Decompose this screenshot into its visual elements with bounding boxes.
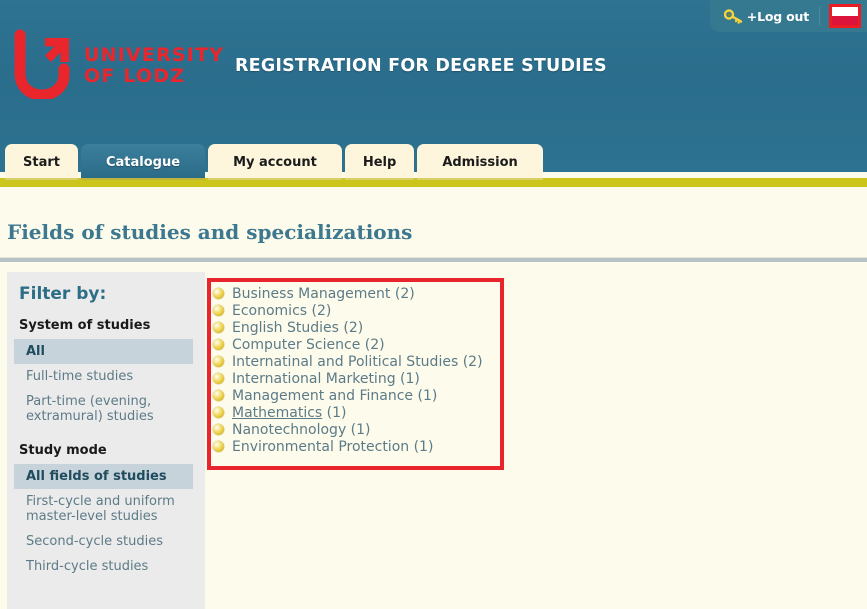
filter-option-second-cycle-studies[interactable]: Second-cycle studies — [14, 529, 193, 554]
field-of-study-count: (1) — [322, 404, 347, 421]
filter-option-full-time-studies[interactable]: Full-time studies — [14, 364, 193, 389]
field-of-study-count: (2) — [458, 353, 483, 370]
field-of-study-count: (1) — [409, 438, 434, 455]
bullet-icon — [213, 407, 224, 418]
filter-list-0: All Full-time studies Part-time (evening, … — [7, 339, 205, 429]
field-of-study-count: (2) — [390, 285, 415, 302]
login-bar-divider — [819, 7, 820, 25]
site-header: +Log out UNIVERSITY OF LODZ REGISTRATION… — [0, 0, 867, 180]
bullet-icon — [213, 305, 224, 316]
tab-help[interactable]: Help — [344, 144, 415, 180]
tab-admission[interactable]: Admission — [417, 144, 543, 180]
filter-sidebar-heading: Filter by: — [19, 284, 107, 304]
app-title: REGISTRATION FOR DEGREE STUDIES — [235, 56, 607, 76]
logout-link[interactable]: +Log out — [747, 9, 819, 24]
field-of-study-count: (1) — [413, 387, 438, 404]
main-tab-bar: Start Catalogue My account Help Admission — [5, 144, 546, 180]
field-of-study-count: (2) — [338, 319, 364, 336]
field-of-study-item: Nanotechnology (1) — [213, 421, 553, 438]
bullet-icon — [213, 288, 224, 299]
brand-line-1: UNIVERSITY — [84, 44, 225, 66]
flag-stripe-red — [832, 16, 858, 25]
filter-option-third-cycle-studies[interactable]: Third-cycle studies — [14, 554, 193, 579]
field-of-study-item: International Marketing (1) — [213, 370, 553, 387]
bullet-icon — [213, 441, 224, 452]
field-of-study-item: Computer Science (2) — [213, 336, 553, 353]
field-of-study-count: (1) — [395, 370, 420, 387]
field-of-study-link[interactable]: English Studies — [232, 320, 339, 336]
filter-list-1: All fields of studies First-cycle and uni… — [7, 464, 205, 579]
bullet-icon — [213, 339, 224, 350]
tab-my-account[interactable]: My account — [208, 144, 342, 180]
field-of-study-link[interactable]: Business Management — [232, 286, 390, 302]
filter-groups: System of studies All Full-time studies Par… — [7, 318, 205, 579]
bullet-icon — [213, 390, 224, 401]
filter-group-heading-1: Study mode — [19, 443, 107, 458]
field-of-study-count: (2) — [360, 336, 385, 353]
title-divider — [0, 257, 867, 262]
field-of-study-link[interactable]: Environmental Protection — [232, 439, 409, 455]
login-bar: +Log out — [709, 0, 867, 32]
field-of-study-link[interactable]: International Marketing — [232, 371, 396, 387]
field-of-study-item: Business Management (2) — [213, 285, 553, 302]
brand-name: UNIVERSITY OF LODZ — [84, 45, 224, 87]
bullet-icon — [213, 424, 224, 435]
tab-catalogue[interactable]: Catalogue — [80, 144, 206, 180]
page-body: Fields of studies and specializations Fi… — [0, 187, 867, 609]
filter-option-first-cycle-and-uniform-master-level-studies[interactable]: First-cycle and uniform master-level stu… — [14, 489, 193, 529]
page-root: +Log out UNIVERSITY OF LODZ REGISTRATION… — [0, 0, 867, 609]
polish-flag-icon[interactable] — [829, 4, 861, 28]
field-of-study-link[interactable]: Mathematics — [232, 405, 322, 421]
flag-stripe-white — [832, 7, 858, 16]
field-of-study-link[interactable]: Nanotechnology — [232, 422, 346, 438]
tab-start[interactable]: Start — [5, 144, 78, 180]
filter-group-heading-0: System of studies — [19, 318, 151, 333]
filter-option-part-time-evening-extramural-studies[interactable]: Part-time (evening, extramural) studies — [14, 389, 193, 429]
bullet-icon — [213, 373, 224, 384]
field-of-study-link[interactable]: Economics — [232, 303, 307, 319]
field-of-study-count: (1) — [346, 421, 371, 438]
field-of-study-link[interactable]: Internatinal and Political Studies — [232, 354, 458, 370]
field-of-study-item: English Studies (2) — [213, 319, 553, 336]
field-of-study-item: Economics (2) — [213, 302, 553, 319]
field-of-study-count: (2) — [307, 302, 332, 319]
page-title: Fields of studies and specializations — [7, 220, 413, 244]
field-of-study-item: Internatinal and Political Studies (2) — [213, 353, 553, 370]
university-of-lodz-logo[interactable] — [12, 29, 78, 101]
field-of-study-link[interactable]: Computer Science — [232, 337, 360, 353]
filter-sidebar: Filter by: System of studies All Full-time… — [7, 272, 205, 609]
key-icon — [723, 8, 744, 24]
field-of-study-item: Mathematics (1) — [213, 404, 553, 421]
field-of-study-link[interactable]: Management and Finance — [232, 388, 413, 404]
field-of-study-item: Management and Finance (1) — [213, 387, 553, 404]
brand-line-2: OF LODZ — [84, 65, 186, 87]
filter-option-all-fields-of-studies[interactable]: All fields of studies — [14, 464, 193, 489]
bullet-icon — [213, 356, 224, 367]
fields-of-study-list: Business Management (2) Economics (2) Engl… — [213, 285, 553, 455]
filter-option-all[interactable]: All — [14, 339, 193, 364]
field-of-study-item: Environmental Protection (1) — [213, 438, 553, 455]
bullet-icon — [213, 322, 224, 333]
